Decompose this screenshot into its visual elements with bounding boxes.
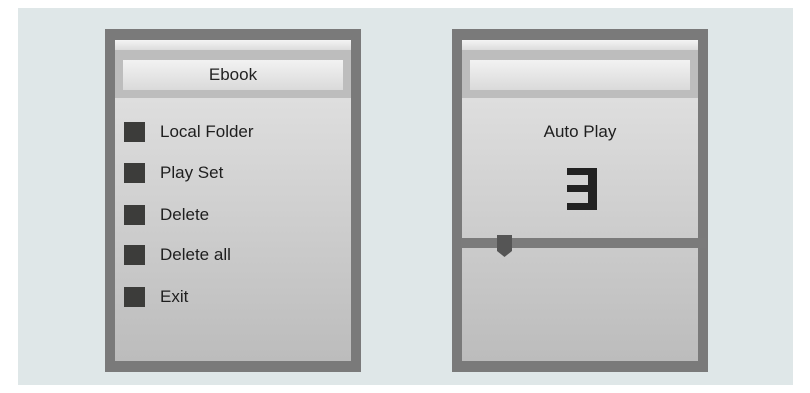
auto-play-panel: Auto Play 3 bbox=[461, 98, 706, 361]
screen-header: Ebook bbox=[115, 50, 351, 98]
auto-play-screen: Auto Play 3 bbox=[452, 29, 708, 372]
auto-play-title: Auto Play bbox=[543, 122, 617, 141]
auto-play-slider-thumb[interactable] bbox=[497, 235, 512, 257]
menu-item-icon bbox=[124, 245, 145, 265]
ebook-menu-screen: Ebook Local Folder Play Set Delete Delet… bbox=[105, 29, 361, 372]
auto-play-value-digit: 3 bbox=[567, 168, 597, 210]
menu-item-label: Delete all bbox=[160, 245, 231, 264]
menu-item-exit[interactable]: Exit bbox=[124, 287, 188, 307]
menu-item-local-folder[interactable]: Local Folder bbox=[124, 122, 254, 142]
screen-header bbox=[462, 50, 698, 98]
status-bar bbox=[462, 40, 698, 50]
status-bar bbox=[115, 40, 351, 50]
menu-item-play-set[interactable]: Play Set bbox=[124, 163, 223, 183]
screen-title bbox=[470, 60, 690, 90]
menu-item-label: Exit bbox=[160, 287, 189, 306]
menu-item-label: Play Set bbox=[160, 163, 224, 182]
menu-item-delete-all[interactable]: Delete all bbox=[124, 245, 231, 265]
menu-item-delete[interactable]: Delete bbox=[124, 205, 209, 225]
menu-item-label: Local Folder bbox=[160, 122, 254, 141]
menu-item-icon bbox=[124, 205, 145, 225]
menu-item-icon bbox=[124, 122, 145, 142]
screen-title: Ebook bbox=[123, 60, 343, 90]
menu-item-icon bbox=[124, 287, 145, 307]
menu-item-label: Delete bbox=[160, 205, 210, 224]
menu-item-icon bbox=[124, 163, 145, 183]
menu-panel: Local Folder Play Set Delete Delete all … bbox=[115, 98, 351, 361]
